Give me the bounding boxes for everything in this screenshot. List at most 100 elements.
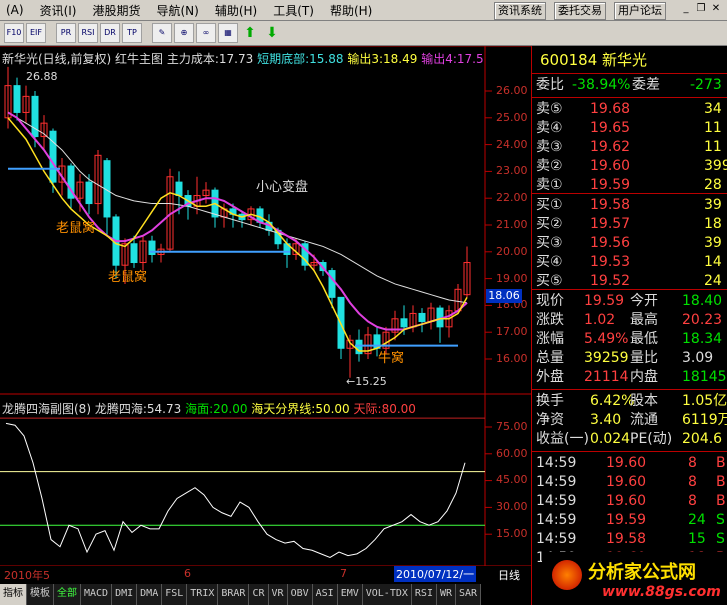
chart-indicator-name: 红牛主图: [115, 52, 164, 66]
sky-value: 天际:80.00: [353, 402, 416, 416]
restore-icon[interactable]: ❐: [695, 3, 707, 15]
sub-oscillator-line: [5, 422, 466, 558]
bid-row: 买⑤ 19.52 24: [536, 273, 722, 289]
price-axis-tick: 19.00: [496, 272, 528, 285]
tp-icon[interactable]: TP: [122, 23, 142, 43]
tab-cr[interactable]: CR: [249, 584, 269, 605]
current-price-marker: 18.06: [486, 289, 522, 303]
stock-code-name: 600184 新华光: [540, 51, 648, 69]
output4-value: 输出4:17.5: [421, 52, 484, 66]
tick-row: 14:59 19.60 8 B: [536, 455, 726, 471]
sub-axis-tick: 30.00: [496, 500, 528, 513]
candle-body: [85, 181, 93, 205]
ask-row: 卖② 19.60 399: [536, 158, 727, 174]
date-label: 7: [340, 567, 347, 580]
output3-value: 输出3:18.49: [347, 52, 418, 66]
sub-chart-value: 龙腾四海:54.73: [94, 402, 182, 416]
candle-body: [13, 85, 21, 113]
watermark-url: www.88gs.com: [602, 584, 721, 600]
menu-item-info[interactable]: 资讯(I): [40, 2, 77, 19]
logo-icon: [552, 560, 582, 590]
tab-wr[interactable]: WR: [436, 584, 457, 605]
forum-button[interactable]: 用户论坛: [614, 2, 666, 20]
menu-item-help[interactable]: 帮助(H): [330, 2, 372, 19]
tab-rsi[interactable]: RSI: [411, 584, 437, 605]
watermark-logo: 分析家公式网 www.88gs.com: [542, 552, 727, 605]
close-icon[interactable]: ✕: [710, 3, 722, 15]
pen-icon[interactable]: ✎: [152, 23, 172, 43]
link-icon[interactable]: ∞: [196, 23, 216, 43]
sub-axis-tick: 15.00: [496, 527, 528, 540]
chart-icon[interactable]: ▦: [218, 23, 238, 43]
tab-trix[interactable]: TRIX: [187, 584, 219, 605]
tick-row: 14:59 19.60 8 B: [536, 474, 726, 490]
menu-item-a[interactable]: (A): [6, 3, 24, 17]
stat-row: 现价 19.59 今开 18.40: [536, 293, 723, 309]
arrow-down-icon[interactable]: ⬇: [262, 23, 282, 43]
sub-axis-tick: 75.00: [496, 420, 528, 433]
rsi-icon[interactable]: RSI: [78, 23, 98, 43]
tab-vr[interactable]: VR: [268, 584, 288, 605]
watermark-title: 分析家公式网: [588, 562, 696, 583]
date-label: 2010年5: [4, 569, 50, 582]
tab-macd[interactable]: MACD: [81, 584, 113, 605]
quote-panel: 600184 新华光 委比 -38.94% 委差 -273 卖⑤ 19.68 34 卖…: [531, 46, 727, 605]
stat-row: 涨幅 5.49% 最低 18.34: [536, 331, 723, 347]
candle-body: [175, 181, 183, 197]
sub-axis-tick: 45.00: [496, 473, 528, 486]
price-axis-tick: 25.00: [496, 111, 528, 124]
candle-body: [49, 130, 57, 183]
date-label: 6: [184, 567, 191, 580]
price-axis-tick: 21.00: [496, 218, 528, 231]
ask-row: 卖① 19.59 28: [536, 177, 722, 193]
high-price-label: 26.88: [26, 70, 58, 83]
menu-item-hk-futures[interactable]: 港股期货: [92, 2, 140, 19]
draw-icon[interactable]: DR: [100, 23, 120, 43]
menu-item-assist[interactable]: 辅助(H): [215, 2, 257, 19]
cursor-date: 2010/07/12/一: [394, 566, 477, 582]
tab-dmi[interactable]: DMI: [112, 584, 138, 605]
eif-icon[interactable]: EIF: [26, 23, 46, 43]
toolbar: F10 EIF PR RSI DR TP ✎ ⊕ ∞ ▦ ⬆ ⬇: [0, 21, 727, 46]
indicator-tabs: 指标 模板 全部 MACD DMI DMA FSL TRIX BRAR CR VR OBV ASI EMV…: [0, 584, 531, 605]
arrow-up-icon[interactable]: ⬆: [240, 23, 260, 43]
tab-obv[interactable]: OBV: [287, 584, 313, 605]
bid-row: 买① 19.58 39: [536, 197, 722, 213]
fund-row: 净资 3.40 流通 6119万: [536, 412, 727, 428]
tab-指标[interactable]: 指标: [0, 584, 27, 605]
minimize-icon[interactable]: _: [680, 3, 692, 15]
ask-row: 卖③ 19.62 11: [536, 139, 722, 155]
menu-item-navigate[interactable]: 导航(N): [157, 2, 199, 19]
tab-dma[interactable]: DMA: [137, 584, 163, 605]
tab-brar[interactable]: BRAR: [218, 584, 250, 605]
bid-row: 买③ 19.56 39: [536, 235, 722, 251]
candle-body: [130, 243, 138, 264]
tick-row: 14:59 19.59 24 S: [536, 512, 725, 528]
chart-svg: [0, 46, 531, 566]
stat-row: 外盘 21114 内盘 18145: [536, 369, 727, 385]
f10-icon[interactable]: F10: [4, 23, 24, 43]
tab-vol-tdx[interactable]: VOL-TDX: [362, 584, 412, 605]
tab-emv[interactable]: EMV: [337, 584, 363, 605]
price-axis-tick: 16.00: [496, 352, 528, 365]
main-cost-value: 主力成本:17.73: [166, 52, 254, 66]
sub-chart-title: 龙腾四海副图(8): [2, 402, 91, 416]
tab-asi[interactable]: ASI: [312, 584, 338, 605]
tab-fsl[interactable]: FSL: [162, 584, 188, 605]
tab-模板[interactable]: 模板: [27, 584, 54, 605]
tab-sar[interactable]: SAR: [456, 584, 482, 605]
info-system-button[interactable]: 资讯系统: [494, 2, 546, 20]
tab-全部[interactable]: 全部: [54, 584, 81, 605]
zoom-icon[interactable]: ⊕: [174, 23, 194, 43]
trade-button[interactable]: 委托交易: [554, 2, 606, 20]
fund-row: 换手 6.42% 股本 1.05亿: [536, 393, 727, 409]
stat-row: 涨跌 1.02 最高 20.23: [536, 312, 723, 328]
date-axis: 2010年5 6 7 2010/07/12/一 日线: [0, 566, 531, 582]
tick-row: 14:59 19.58 15 S: [536, 531, 725, 547]
chart-area[interactable]: 新华光(日线,前复权) 红牛主图 主力成本:17.73 短期底部:15.88 输…: [0, 46, 531, 566]
candle-body: [418, 312, 426, 322]
pr-icon[interactable]: PR: [56, 23, 76, 43]
menu-item-tools[interactable]: 工具(T): [273, 2, 314, 19]
chart-stock-title: 新华光(日线,前复权): [2, 52, 112, 66]
period-label[interactable]: 日线: [498, 567, 520, 583]
